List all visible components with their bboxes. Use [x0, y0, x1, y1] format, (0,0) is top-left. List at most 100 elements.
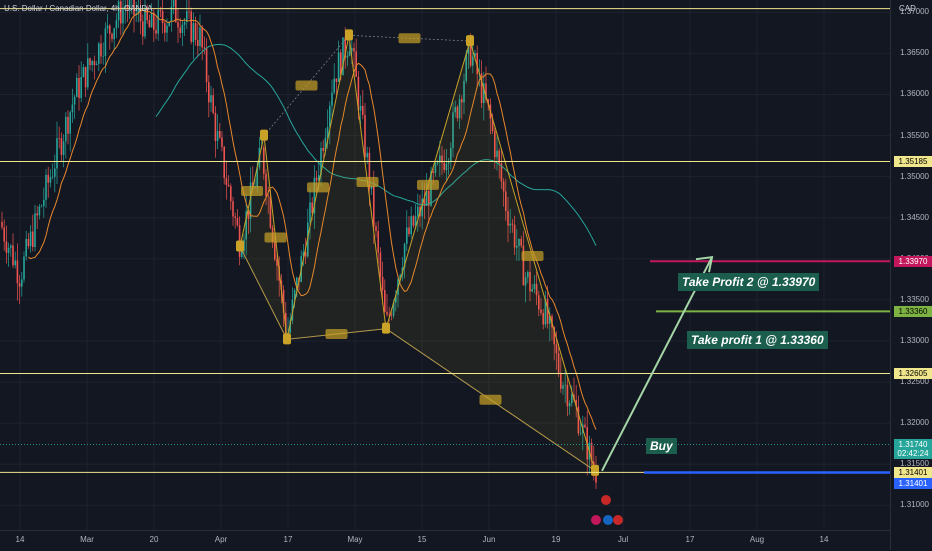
candle-body — [69, 112, 71, 134]
price-badge: 1.32605 — [894, 367, 932, 379]
price-tick-label: 1.36000 — [900, 89, 929, 99]
candle-body — [80, 76, 82, 98]
candle-body — [164, 23, 166, 33]
harmonic-ratio-box — [521, 250, 544, 261]
time-tick-label: Jun — [482, 535, 496, 544]
candle-body — [232, 201, 234, 217]
candle-body — [7, 247, 10, 253]
canada-flag-icon — [601, 495, 611, 505]
candle-body — [100, 43, 102, 57]
candle-body — [47, 174, 49, 183]
candle-body — [60, 138, 63, 155]
harmonic-point-marker — [345, 29, 353, 41]
candle-body — [56, 138, 58, 169]
time-tick-label: 20 — [149, 535, 159, 544]
candle-body — [190, 11, 192, 42]
candle-body — [3, 227, 5, 242]
harmonic-point-marker — [283, 333, 291, 345]
candle-body — [142, 21, 144, 37]
candle-body — [157, 9, 159, 34]
time-tick-label: 17 — [685, 535, 695, 544]
price-tick-label: 1.31000 — [900, 500, 929, 510]
price-tick-label: 1.32000 — [900, 418, 929, 428]
time-axis[interactable]: 14 Mar 20 Apr 17 May 15 Jun 19 Jul 17 Aug 14 — [0, 530, 890, 551]
harmonic-ratio-box — [241, 186, 263, 197]
candle-body — [355, 51, 357, 77]
candle-body — [386, 311, 388, 315]
candle-body — [14, 260, 16, 266]
candle-body — [159, 9, 162, 12]
candle-body — [216, 130, 219, 141]
candle-body — [95, 63, 98, 66]
candle-body — [155, 29, 157, 34]
candle-body — [335, 78, 338, 82]
harmonic-ratio-box — [264, 232, 287, 243]
candle-body — [377, 231, 379, 253]
canada-flag-icon — [613, 515, 623, 525]
candle-body — [89, 58, 91, 66]
candle-body — [353, 48, 355, 52]
harmonic-point-marker — [260, 129, 268, 141]
candle-body — [98, 43, 100, 64]
candle-body — [384, 290, 386, 312]
price-badge: 1.33970 — [894, 255, 932, 267]
candle-body — [82, 67, 85, 77]
candle-body — [76, 77, 78, 97]
candle-body — [18, 283, 21, 287]
time-tick-label: Apr — [214, 535, 228, 544]
harmonic-ratio-box — [307, 182, 329, 193]
candle-body — [221, 137, 223, 147]
candle-body — [21, 279, 23, 287]
candle-body — [73, 96, 76, 105]
candle-body — [584, 424, 586, 428]
candle-body — [113, 28, 115, 40]
candle-body — [84, 67, 87, 88]
price-chart[interactable] — [0, 0, 890, 530]
candle-body — [12, 245, 14, 266]
candle-body — [337, 52, 340, 82]
candle-body — [333, 78, 335, 93]
candle-body — [379, 252, 382, 277]
candle-body — [208, 82, 210, 103]
candle-body — [106, 25, 109, 29]
candle-body — [49, 176, 52, 183]
candle-body — [65, 116, 67, 142]
candle-body — [93, 60, 96, 66]
candle-body — [230, 186, 232, 202]
price-axis[interactable]: CAD 1.37000 1.36500 1.36000 1.35500 1.35000 1… — [890, 0, 932, 550]
time-tick-label: 14 — [819, 535, 829, 544]
price-tick-label: 1.35500 — [900, 130, 929, 140]
candle-body — [111, 33, 113, 40]
candle-body — [58, 138, 60, 139]
price-badge: 1.31401 — [894, 478, 932, 490]
candle-body — [412, 216, 415, 226]
candle-body — [223, 146, 225, 179]
candle-body — [362, 105, 364, 116]
lightning-icon — [591, 515, 601, 525]
candle-body — [214, 112, 217, 141]
candle-body — [410, 216, 412, 235]
candle-body — [153, 12, 155, 30]
candle-body — [236, 218, 239, 226]
candle-body — [322, 147, 324, 152]
candle-body — [102, 56, 104, 57]
price-badge: 02:42:24 — [894, 448, 932, 460]
candle-body — [225, 178, 228, 185]
candle-body — [205, 48, 208, 83]
candle-body — [199, 27, 201, 47]
harmonic-ratio-box — [417, 179, 439, 190]
candle-body — [197, 39, 199, 47]
candle-body — [210, 95, 212, 103]
candle-body — [359, 105, 362, 111]
candle-body — [177, 22, 179, 28]
candle-body — [331, 92, 333, 106]
time-tick-label: Jul — [617, 535, 629, 544]
harmonic-ratio-box — [325, 329, 348, 340]
candle-body — [40, 205, 43, 207]
candle-body — [45, 174, 47, 200]
harmonic-ratio-box — [479, 394, 502, 405]
candle-body — [25, 238, 27, 257]
candle-body — [183, 22, 186, 25]
candle-body — [71, 104, 74, 113]
candle-body — [34, 213, 36, 248]
